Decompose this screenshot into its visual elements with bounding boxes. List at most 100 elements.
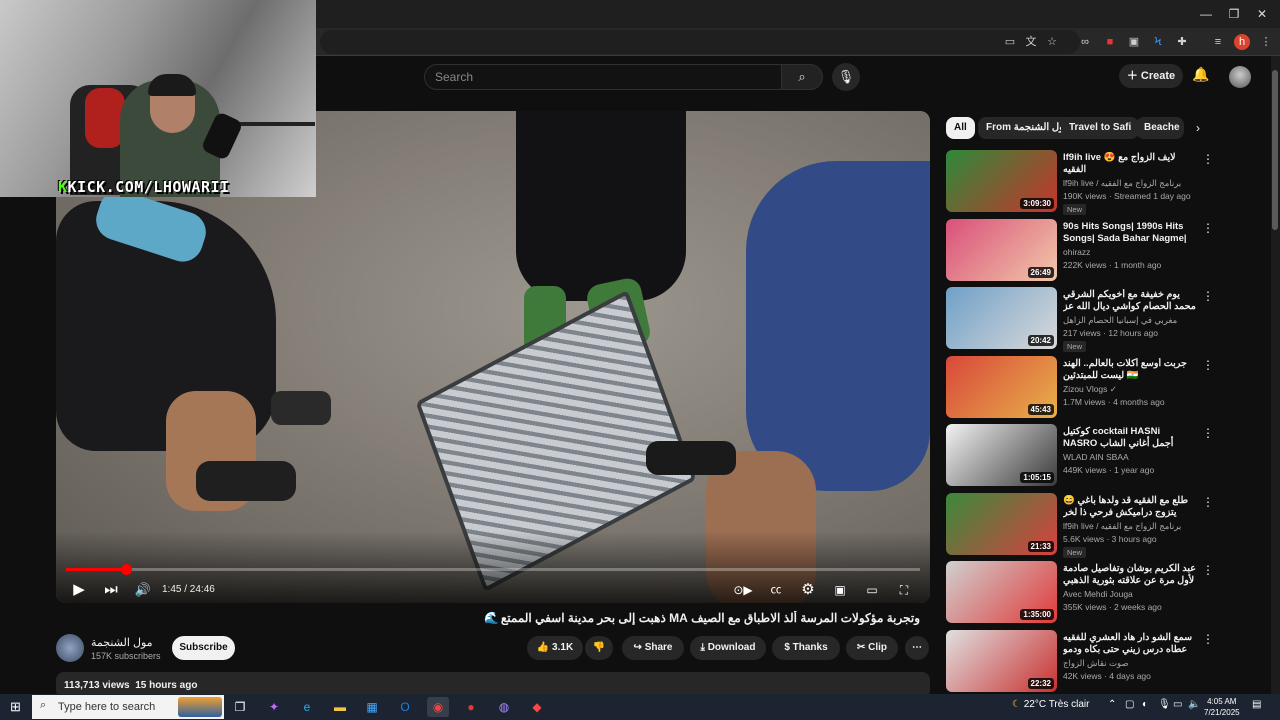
address-bar[interactable]	[320, 30, 1080, 54]
settings-gear-icon[interactable]: ⚙	[798, 578, 818, 602]
clip-button[interactable]: ✂ Clip	[846, 636, 898, 660]
channel-name[interactable]: مول الشنجمة	[91, 636, 153, 649]
windows-start-icon[interactable]: ⊞	[10, 699, 21, 715]
reading-list-icon[interactable]: ≡	[1210, 34, 1226, 50]
recommendation-menu-icon[interactable]: ⋮	[1202, 221, 1214, 235]
edge-icon[interactable]: e	[296, 697, 318, 717]
file-explorer-icon[interactable]: ▬	[329, 697, 351, 717]
more-actions-icon[interactable]: ⋯	[905, 636, 929, 660]
captions-icon[interactable]: ㏄	[766, 578, 786, 602]
recommendation-thumbnail[interactable]: 1:35:00	[946, 561, 1057, 623]
recommendation-channel[interactable]: lf9ih live / برنامج الزواج مع الفقيه	[1063, 521, 1197, 532]
fullscreen-icon[interactable]: ⛶	[894, 578, 914, 602]
recommendation-menu-icon[interactable]: ⋮	[1202, 426, 1214, 440]
recommendation-channel[interactable]: lf9ih live / برنامج الزواج مع الفقيه	[1063, 178, 1197, 189]
app-recorder-icon[interactable]: ◆	[526, 697, 548, 717]
chip-travel-to-safi[interactable]: Travel to Safi	[1061, 117, 1140, 139]
notifications-bell-icon[interactable]: 🔔	[1191, 66, 1211, 86]
recommendation-channel[interactable]: مغربي في إسبانيا الحصام الزاهل	[1063, 315, 1197, 326]
extension-glasses-icon[interactable]: ∞	[1077, 34, 1093, 50]
chrome-icon[interactable]: ◉	[427, 697, 449, 717]
store-icon[interactable]: ▦	[361, 697, 383, 717]
recommendation-channel[interactable]: WLAD AIN SBAA	[1063, 452, 1197, 462]
recommendation-title[interactable]: lf9ih live 😍 لايف الزواج مع الفقيه	[1063, 152, 1197, 176]
chevron-right-icon[interactable]: ›	[1189, 119, 1207, 137]
search-button[interactable]: ⌕	[781, 64, 823, 90]
volume-icon[interactable]: 🔊	[134, 578, 152, 602]
recommendation-title[interactable]: 90s Hits Songs| 1990s Hits Songs| Sada B…	[1063, 221, 1197, 245]
chip-all[interactable]: All	[946, 117, 975, 139]
autoplay-toggle[interactable]: ⊙▶	[730, 578, 756, 602]
thanks-button[interactable]: $ Thanks	[772, 636, 840, 660]
extensions-puzzle-icon[interactable]: ✚	[1174, 34, 1190, 50]
notification-center-icon[interactable]: ▤	[1252, 699, 1261, 710]
copilot-icon[interactable]: ✦	[263, 697, 285, 717]
recommendation-thumbnail[interactable]: 22:32	[946, 630, 1057, 692]
tray-mic-icon[interactable]: 🎙	[1158, 699, 1171, 710]
chip-beaches[interactable]: Beache	[1136, 117, 1184, 139]
outlook-icon[interactable]: O	[394, 697, 416, 717]
download-button[interactable]: ⤓ Download	[690, 636, 766, 660]
recommendation-thumbnail[interactable]: 3:09:30	[946, 150, 1057, 212]
account-avatar[interactable]	[1229, 66, 1251, 88]
voice-search-button[interactable]: 🎙	[832, 63, 860, 91]
weather-widget[interactable]: ☾ 22°C Très clair	[1012, 699, 1089, 710]
recommendation-menu-icon[interactable]: ⋮	[1202, 358, 1214, 372]
translate-icon[interactable]: 文	[1023, 34, 1039, 50]
subscribe-button[interactable]: Subscribe	[172, 636, 235, 660]
tray-icon-1[interactable]: ▢	[1125, 699, 1134, 710]
close-icon[interactable]: ✕	[1252, 6, 1272, 22]
taskbar-clock[interactable]: 4:05 AM 7/21/2025	[1204, 696, 1240, 718]
like-button[interactable]: 👍 3.1K	[527, 636, 583, 660]
recommendation-title[interactable]: كوكتيل cocktail HASNi NASRO أجمل أغاني ا…	[1063, 426, 1197, 450]
profile-avatar[interactable]: h	[1234, 34, 1250, 50]
recommendation-menu-icon[interactable]: ⋮	[1202, 563, 1214, 577]
recommendation-thumbnail[interactable]: 21:33	[946, 493, 1057, 555]
minimize-icon[interactable]: —	[1196, 6, 1216, 22]
recommendation-title[interactable]: جربت أوسع أكلات بالعالم.. الهند ليست للم…	[1063, 358, 1197, 382]
recommendation-channel[interactable]: ohirazz	[1063, 247, 1197, 257]
recommendation-thumbnail[interactable]: 26:49	[946, 219, 1057, 281]
scrollbar-thumb[interactable]	[1272, 70, 1278, 230]
next-icon[interactable]: ⏭	[102, 578, 120, 602]
create-button[interactable]: ＋ Create	[1119, 64, 1183, 88]
app-red-icon[interactable]: ●	[460, 697, 482, 717]
browser-menu-icon[interactable]: ⋮	[1258, 34, 1274, 50]
task-view-icon[interactable]: ❐	[229, 697, 251, 717]
recommendation-menu-icon[interactable]: ⋮	[1202, 495, 1214, 509]
recommendation-thumbnail[interactable]: 45:43	[946, 356, 1057, 418]
recommendation-channel[interactable]: Zizou Vlogs ✓	[1063, 384, 1197, 395]
recommendation-title[interactable]: يوم خفيفة مع أخويكم الشرقي محمد الحصام ك…	[1063, 289, 1197, 313]
search-input[interactable]: Search	[424, 64, 782, 90]
recommendation-menu-icon[interactable]: ⋮	[1202, 152, 1214, 166]
extension-translate-icon[interactable]: Ϟ	[1150, 34, 1166, 50]
recommendation-title[interactable]: عبد الكريم بوشان وتفاصيل صادمة لأول مرة …	[1063, 563, 1197, 587]
extension-abp-icon[interactable]: ■	[1102, 34, 1118, 50]
recommendation-menu-icon[interactable]: ⋮	[1202, 632, 1214, 646]
recommendation-thumbnail[interactable]: 20:42	[946, 287, 1057, 349]
tray-chevron-icon[interactable]: ⌃	[1108, 699, 1116, 710]
share-button[interactable]: ↪ Share	[622, 636, 684, 660]
play-icon[interactable]: ▶	[70, 578, 88, 602]
cast-icon[interactable]: ▭	[1002, 34, 1018, 50]
recommendation-channel[interactable]: Avec Mehdi Jouga	[1063, 589, 1197, 599]
miniplayer-icon[interactable]: ▣	[830, 578, 850, 602]
tray-network-icon[interactable]: ▭	[1173, 699, 1182, 710]
app-purple-icon[interactable]: ◍	[493, 697, 515, 717]
recommendation-menu-icon[interactable]: ⋮	[1202, 289, 1214, 303]
progress-scrubber[interactable]	[121, 564, 132, 575]
tray-icon-2[interactable]: ◐	[1142, 699, 1148, 710]
recommendation-title[interactable]: 😄 طلع مع الفقيه قد ولدها باغي يتزوج درام…	[1063, 495, 1197, 519]
recommendation-thumbnail[interactable]: 1:05:15	[946, 424, 1057, 486]
extension-box-icon[interactable]: ▣	[1126, 34, 1142, 50]
tray-volume-icon[interactable]: 🔈	[1188, 699, 1200, 710]
search-highlight-image[interactable]	[178, 697, 222, 717]
progress-bar[interactable]	[66, 564, 920, 575]
theater-mode-icon[interactable]: ▭	[862, 578, 882, 602]
recommendation-title[interactable]: سمع الشو دار هاد العشري للفقيه عطاه درس …	[1063, 632, 1197, 656]
restore-icon[interactable]: ❐	[1224, 6, 1244, 22]
channel-avatar[interactable]	[56, 634, 84, 662]
recommendation-channel[interactable]: صوت نقاش الزواج	[1063, 658, 1197, 669]
bookmark-star-icon[interactable]: ☆	[1044, 34, 1060, 50]
dislike-button[interactable]: 👎	[585, 636, 613, 660]
